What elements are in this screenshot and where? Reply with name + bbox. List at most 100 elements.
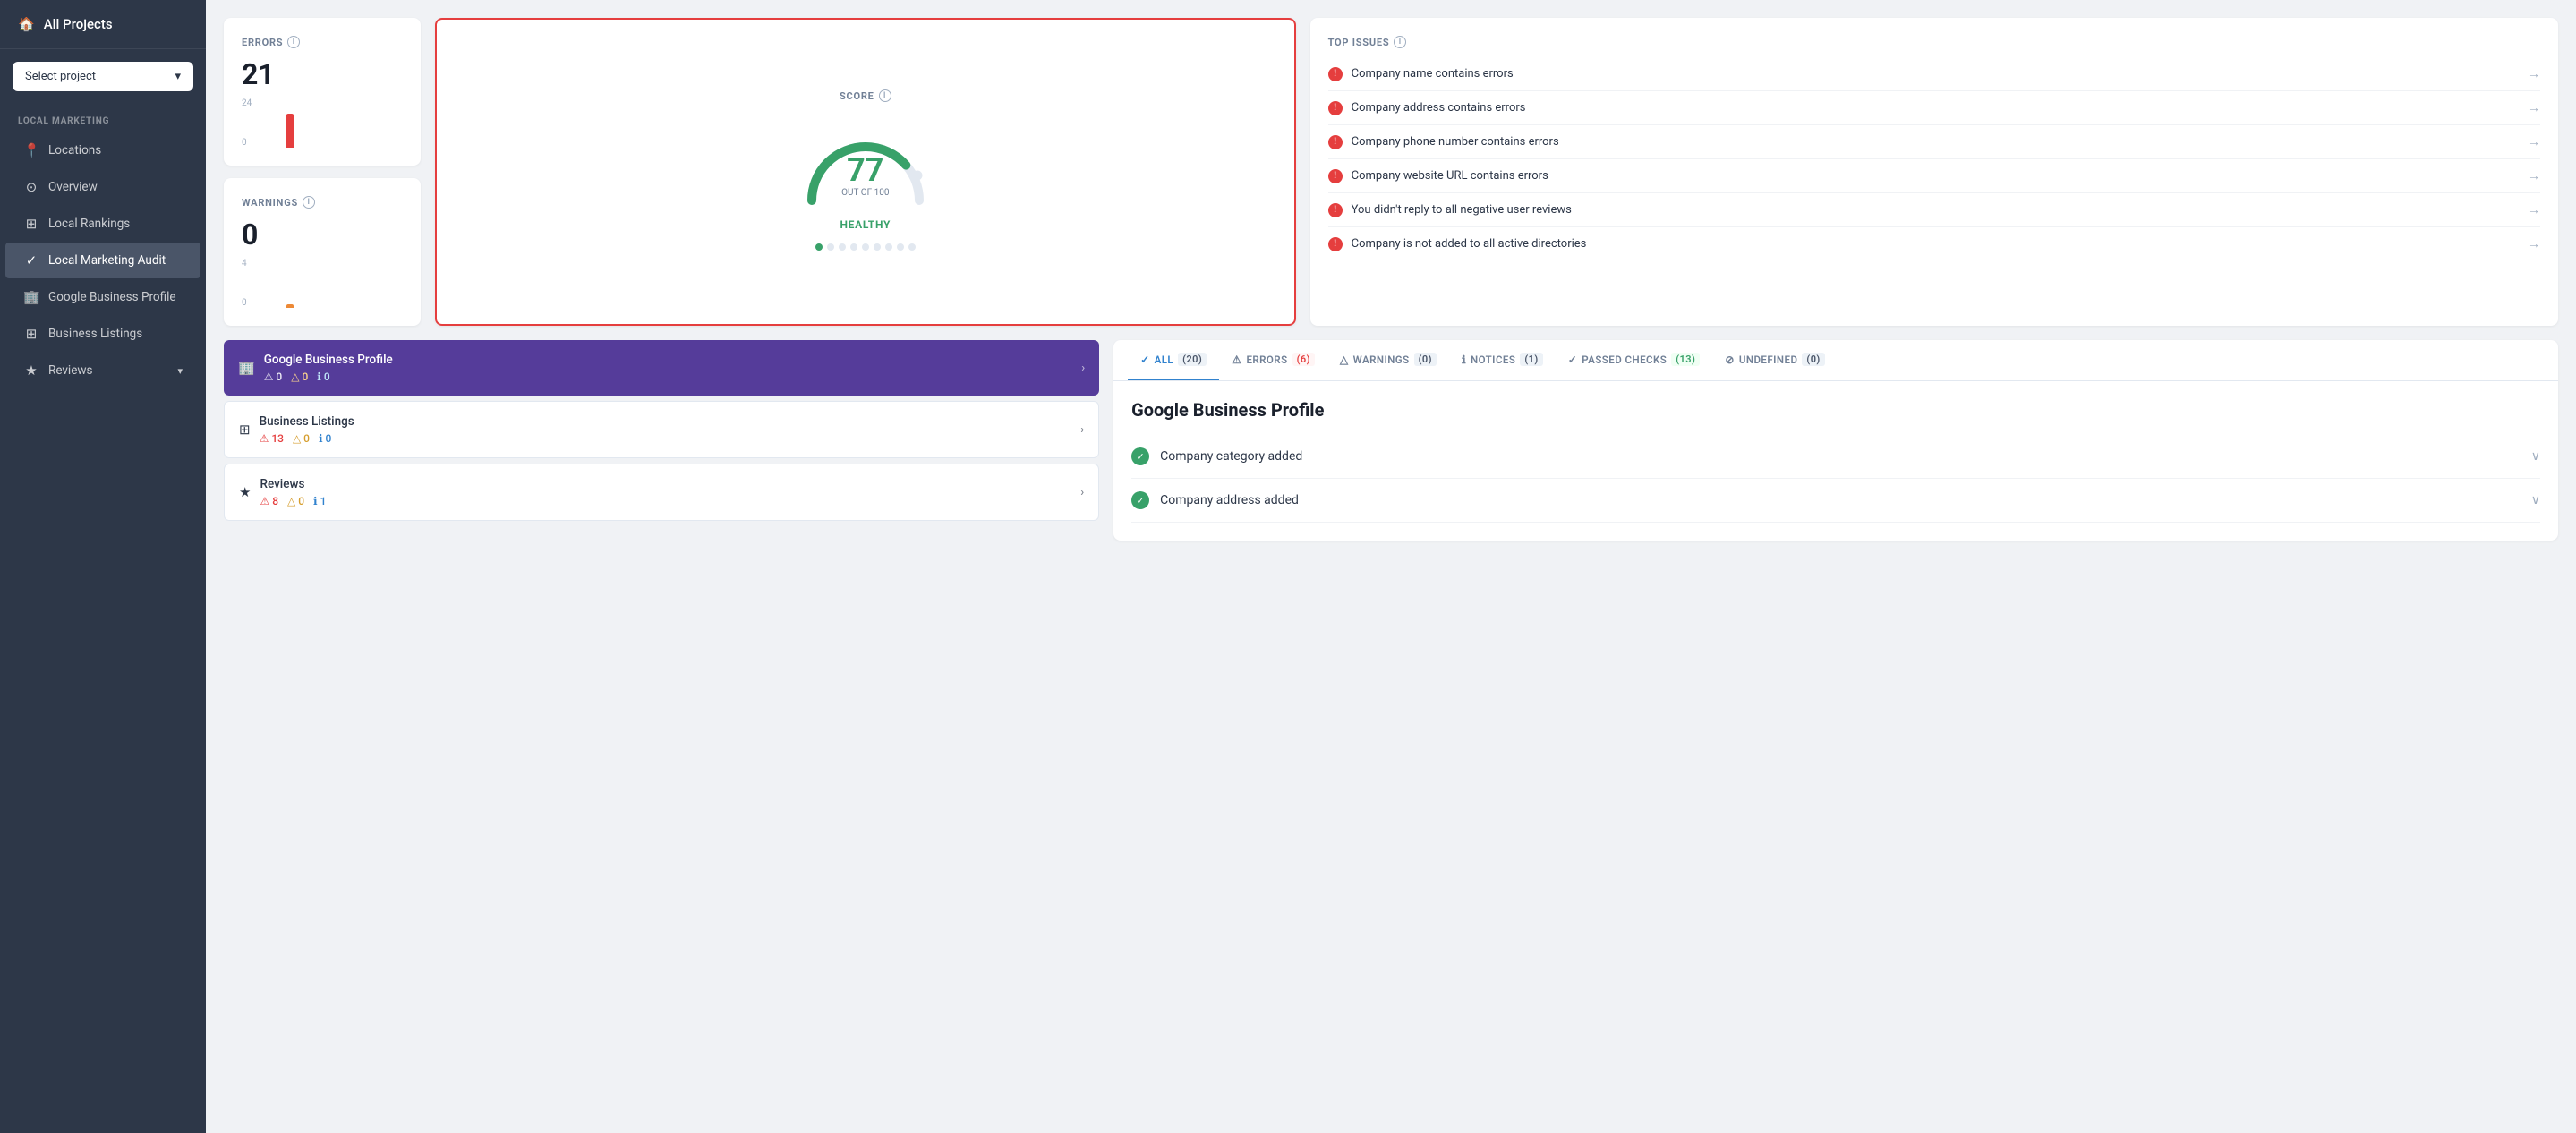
score-dot-6[interactable] [885, 243, 892, 251]
issue-error-icon: ! [1328, 135, 1343, 149]
sidebar-item-google-business-profile[interactable]: 🏢 Google Business Profile [5, 279, 200, 315]
issue-error-icon: ! [1328, 203, 1343, 217]
issue-item-2[interactable]: ! Company phone number contains errors → [1328, 125, 2540, 159]
audit-notices-badge: ℹ 1 [313, 495, 326, 507]
audit-item-arrow-icon: › [1080, 423, 1084, 437]
score-dot-4[interactable] [862, 243, 869, 251]
google-business-profile-nav-icon: 🏢 [23, 289, 39, 305]
check-chevron-icon: ∨ [2531, 493, 2540, 507]
sidebar-item-local-marketing-audit[interactable]: ✓ Local Marketing Audit [5, 243, 200, 278]
audit-item-title: Reviews [260, 477, 1071, 491]
detail-tab-passed[interactable]: ✓ PASSED CHECKS (13) [1556, 340, 1713, 380]
score-info-icon[interactable]: i [879, 89, 891, 102]
audit-item-business-listings[interactable]: ⊞ Business Listings ⚠ 13 △ 0 ℹ 0 › [224, 401, 1099, 458]
errors-warnings-column: ERRORS i 21 24 0 WARNINGS i 0 4 0 [224, 18, 421, 326]
score-dots [815, 243, 916, 251]
check-pass-icon: ✓ [1131, 447, 1149, 465]
score-card: SCORE i 77 OUT OF 100 HEALTHY [435, 18, 1296, 326]
project-selector[interactable]: Select project ▾ [13, 62, 193, 91]
sidebar-item-reviews[interactable]: ★ Reviews ▾ [5, 353, 200, 388]
audit-errors-badge: ⚠ 8 [260, 495, 278, 507]
score-dot-1[interactable] [827, 243, 834, 251]
overview-nav-icon: ⊙ [23, 179, 39, 195]
audit-notices-badge: ℹ 0 [317, 371, 329, 383]
tab-label-all: ALL [1155, 354, 1174, 366]
score-status: HEALTHY [840, 218, 891, 231]
detail-panel: ✓ ALL (20) ⚠ ERRORS (6) △ WARNINGS (0) ℹ… [1113, 340, 2558, 541]
errors-chart-top: 24 [242, 98, 252, 108]
issue-item-5[interactable]: ! Company is not added to all active dir… [1328, 227, 2540, 260]
check-item-address[interactable]: ✓ Company address added ∨ [1131, 479, 2540, 523]
score-dot-5[interactable] [874, 243, 881, 251]
tab-icon-errors: ⚠ [1232, 354, 1241, 366]
audit-notices-badge: ℹ 0 [319, 432, 331, 445]
score-dot-0[interactable] [815, 243, 823, 251]
warnings-count: 0 [242, 217, 403, 251]
audit-badges: ⚠ 8 △ 0 ℹ 1 [260, 495, 1071, 507]
warnings-chart-bars [260, 259, 403, 308]
top-issues-card: TOP ISSUES i ! Company name contains err… [1310, 18, 2558, 326]
issue-arrow-icon: → [2528, 66, 2540, 81]
audit-item-title: Business Listings [260, 414, 1072, 429]
chevron-icon: ▾ [177, 365, 183, 377]
detail-tab-notices[interactable]: ℹ NOTICES (1) [1449, 340, 1556, 380]
issue-arrow-icon: → [2528, 134, 2540, 149]
score-dot-3[interactable] [850, 243, 857, 251]
business-listings-nav-icon: ⊞ [23, 326, 39, 342]
score-dot-7[interactable] [897, 243, 904, 251]
chevron-down-icon: ▾ [175, 70, 181, 83]
local-marketing-audit-nav-icon: ✓ [23, 252, 39, 268]
warnings-card-title: WARNINGS i [242, 196, 403, 209]
warnings-card: WARNINGS i 0 4 0 [224, 178, 421, 326]
tab-count-undefined: (0) [1802, 353, 1824, 366]
audit-item-reviews[interactable]: ★ Reviews ⚠ 8 △ 0 ℹ 1 › [224, 464, 1099, 521]
tab-count-notices: (1) [1520, 353, 1542, 366]
issue-item-1[interactable]: ! Company address contains errors → [1328, 91, 2540, 125]
issue-text: Company website URL contains errors [1352, 169, 1548, 183]
detail-tab-warnings[interactable]: △ WARNINGS (0) [1327, 340, 1449, 380]
warnings-info-icon[interactable]: i [303, 196, 315, 209]
issue-item-0[interactable]: ! Company name contains errors → [1328, 57, 2540, 91]
all-projects-link[interactable]: 🏠 All Projects [0, 0, 206, 49]
sidebar-item-overview[interactable]: ⊙ Overview [5, 169, 200, 205]
issue-arrow-icon: → [2528, 168, 2540, 183]
issue-text: You didn't reply to all negative user re… [1352, 203, 1572, 217]
score-dot-2[interactable] [839, 243, 846, 251]
audit-errors-badge: ⚠ 0 [264, 371, 283, 383]
sidebar-item-business-listings[interactable]: ⊞ Business Listings [5, 316, 200, 352]
issue-error-icon: ! [1328, 101, 1343, 115]
sidebar: 🏠 All Projects Select project ▾ LOCAL MA… [0, 0, 206, 1133]
detail-tabs: ✓ ALL (20) ⚠ ERRORS (6) △ WARNINGS (0) ℹ… [1113, 340, 2558, 381]
issue-text: Company phone number contains errors [1352, 135, 1559, 149]
audit-item-google-business-profile[interactable]: 🏢 Google Business Profile ⚠ 0 △ 0 ℹ 0 › [224, 340, 1099, 396]
sidebar-item-label: Google Business Profile [48, 290, 176, 304]
detail-tab-undefined[interactable]: ⊘ UNDEFINED (0) [1712, 340, 1837, 380]
sidebar-item-label: Local Marketing Audit [48, 253, 166, 268]
top-issues-info-icon[interactable]: i [1394, 36, 1406, 48]
errors-info-icon[interactable]: i [287, 36, 300, 48]
check-item-category[interactable]: ✓ Company category added ∨ [1131, 435, 2540, 479]
audit-errors-badge: ⚠ 13 [260, 432, 284, 445]
main-content: ERRORS i 21 24 0 WARNINGS i 0 4 0 SCORE [206, 0, 2576, 1133]
warnings-chart: 4 0 [242, 259, 403, 308]
errors-card: ERRORS i 21 24 0 [224, 18, 421, 166]
score-outof: OUT OF 100 [841, 188, 889, 198]
errors-bar [286, 114, 294, 149]
detail-tab-errors[interactable]: ⚠ ERRORS (6) [1219, 340, 1327, 380]
issue-arrow-icon: → [2528, 202, 2540, 217]
detail-section-title: Google Business Profile [1131, 399, 2540, 421]
tab-count-warnings: (0) [1414, 353, 1437, 366]
issue-item-4[interactable]: ! You didn't reply to all negative user … [1328, 193, 2540, 227]
local-rankings-nav-icon: ⊞ [23, 216, 39, 232]
issue-item-3[interactable]: ! Company website URL contains errors → [1328, 159, 2540, 193]
audit-item-icon: ★ [239, 484, 251, 500]
score-dot-8[interactable] [908, 243, 916, 251]
sidebar-item-locations[interactable]: 📍 Locations [5, 132, 200, 168]
tab-count-errors: (6) [1292, 353, 1315, 366]
sidebar-item-label: Locations [48, 143, 101, 158]
audit-item-arrow-icon: › [1080, 486, 1084, 499]
detail-tab-all[interactable]: ✓ ALL (20) [1128, 340, 1219, 380]
house-icon: 🏠 [18, 16, 35, 32]
local-marketing-section-label: LOCAL MARKETING [0, 104, 206, 132]
sidebar-item-local-rankings[interactable]: ⊞ Local Rankings [5, 206, 200, 242]
